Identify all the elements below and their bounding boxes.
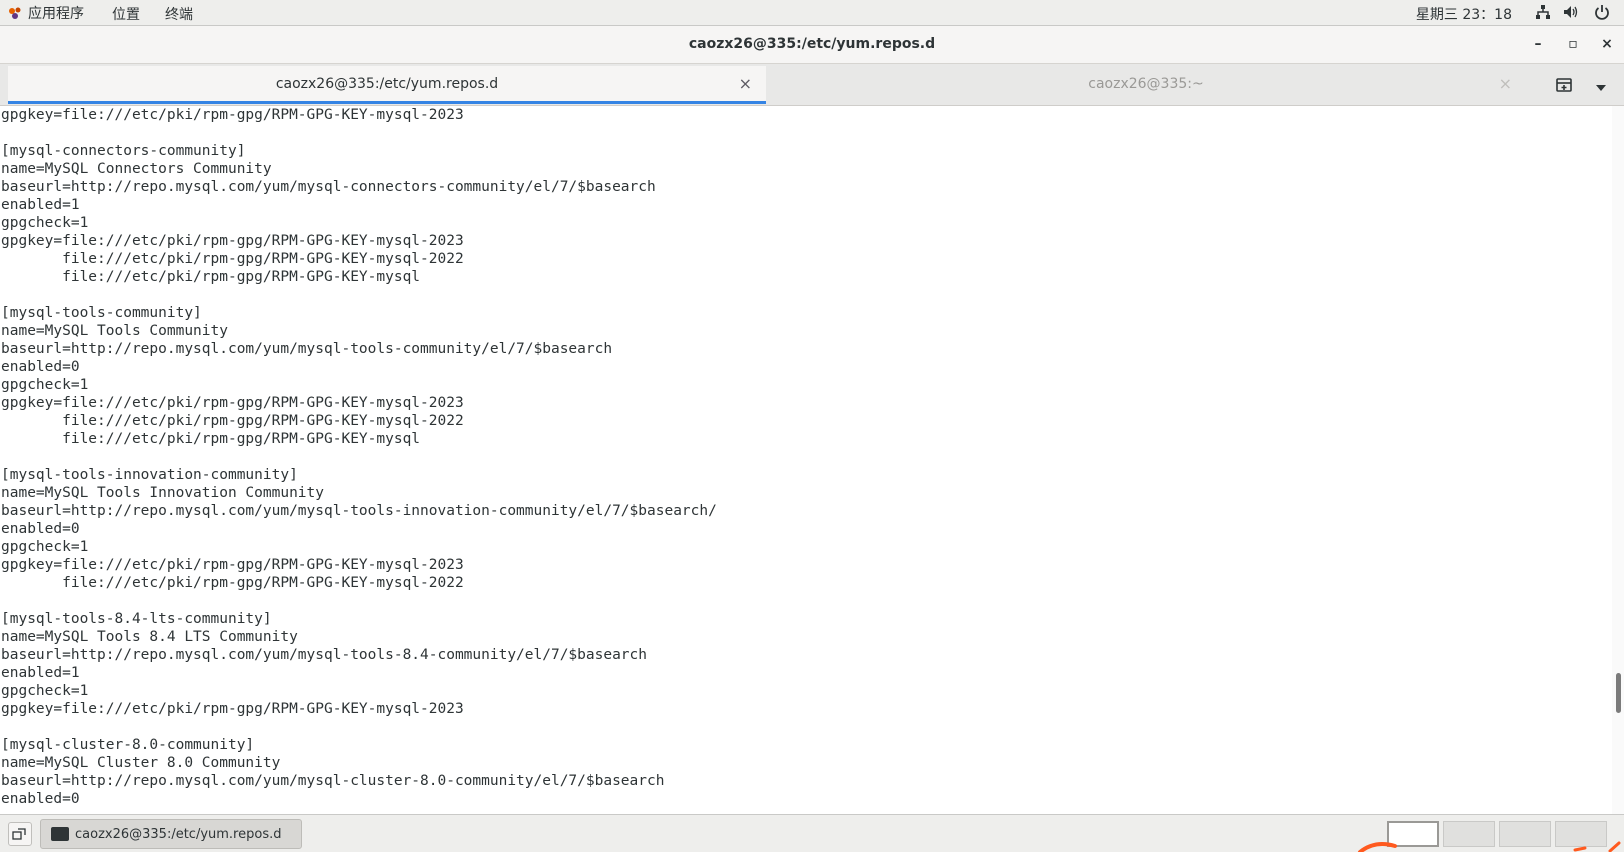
power-icon[interactable] [1594, 4, 1610, 20]
terminal-line: [mysql-tools-8.4-lts-community] [1, 611, 272, 627]
terminal-line: enabled=0 [1, 791, 80, 807]
terminal-icon [51, 827, 69, 841]
terminal-line: enabled=0 [1, 359, 80, 375]
window-titlebar[interactable]: caozx26@335:/etc/yum.repos.d – ▫ × [0, 26, 1624, 64]
terminal-line: name=MySQL Tools Innovation Community [1, 485, 325, 501]
tab-bar: caozx26@335:/etc/yum.repos.d × caozx26@3… [0, 64, 1624, 106]
terminal-scrollbar[interactable] [1612, 106, 1624, 814]
terminal-line: [mysql-tools-community] [1, 305, 202, 321]
terminal-line: baseurl=http://repo.mysql.com/yum/mysql-… [1, 503, 717, 519]
applications-icon [8, 6, 22, 20]
scrollbar-thumb[interactable] [1616, 673, 1621, 713]
window-title: caozx26@335:/etc/yum.repos.d [688, 36, 936, 52]
terminal-line: gpgkey=file:///etc/pki/rpm-gpg/RPM-GPG-K… [1, 233, 464, 249]
terminal-line: enabled=1 [1, 197, 80, 213]
taskbar-window-label: caozx26@335:/etc/yum.repos.d [75, 827, 282, 842]
terminal-line: file:///etc/pki/rpm-gpg/RPM-GPG-KEY-mysq… [1, 251, 464, 267]
terminal-line: baseurl=http://repo.mysql.com/yum/mysql-… [1, 773, 665, 789]
terminal-line: gpgkey=file:///etc/pki/rpm-gpg/RPM-GPG-K… [1, 701, 464, 717]
terminal-line: gpgkey=file:///etc/pki/rpm-gpg/RPM-GPG-K… [1, 395, 464, 411]
terminal-line: gpgcheck=1 [1, 377, 89, 393]
terminal-line: file:///etc/pki/rpm-gpg/RPM-GPG-KEY-mysq… [1, 431, 421, 447]
close-window-button[interactable]: × [1597, 34, 1617, 54]
tab-label: caozx26@335:~ [1088, 76, 1204, 92]
terminal-line: name=MySQL Tools Community [1, 323, 228, 339]
volume-icon[interactable] [1563, 4, 1579, 20]
terminal-line: gpgcheck=1 [1, 683, 89, 699]
terminal-line: [mysql-tools-innovation-community] [1, 467, 298, 483]
tab-home[interactable]: caozx26@335:~ × [766, 66, 1526, 104]
terminal-line: baseurl=http://repo.mysql.com/yum/mysql-… [1, 341, 613, 357]
minimize-button[interactable]: – [1528, 34, 1548, 54]
places-menu[interactable]: 位置 [112, 4, 140, 24]
network-icon[interactable] [1535, 4, 1551, 20]
maximize-button[interactable]: ▫ [1563, 34, 1583, 54]
new-tab-icon[interactable] [1552, 73, 1576, 97]
applications-label: 应用程序 [28, 6, 84, 22]
terminal-line: [mysql-cluster-8.0-community] [1, 737, 255, 753]
terminal-line: baseurl=http://repo.mysql.com/yum/mysql-… [1, 179, 656, 195]
terminal-line: enabled=0 [1, 521, 80, 537]
top-panel: 应用程序 位置 终端 星期三 23：18 [0, 0, 1624, 26]
terminal-line: name=MySQL Connectors Community [1, 161, 272, 177]
terminal-line: gpgcheck=1 [1, 539, 89, 555]
terminal-line: name=MySQL Tools 8.4 LTS Community [1, 629, 298, 645]
terminal-line: gpgkey=file:///etc/pki/rpm-gpg/RPM-GPG-K… [1, 557, 464, 573]
terminal-output[interactable]: gpgkey=file:///etc/pki/rpm-gpg/RPM-GPG-K… [0, 106, 1612, 814]
applications-menu[interactable]: 应用程序 [8, 3, 84, 23]
terminal-line: file:///etc/pki/rpm-gpg/RPM-GPG-KEY-mysq… [1, 269, 421, 285]
terminal-line: [mysql-connectors-community] [1, 143, 246, 159]
terminal-menu[interactable]: 终端 [165, 4, 193, 24]
tab-label: caozx26@335:/etc/yum.repos.d [275, 76, 499, 92]
tab-yum-repos[interactable]: caozx26@335:/etc/yum.repos.d × [8, 66, 766, 104]
terminal-line: file:///etc/pki/rpm-gpg/RPM-GPG-KEY-mysq… [1, 575, 464, 591]
annotation-scribble [1358, 841, 1621, 852]
terminal-line: file:///etc/pki/rpm-gpg/RPM-GPG-KEY-mysq… [1, 413, 464, 429]
terminal-line: name=MySQL Cluster 8.0 Community [1, 755, 281, 771]
chevron-down-icon[interactable] [1594, 79, 1608, 91]
tab-close-button[interactable]: × [739, 74, 752, 93]
taskbar-window-button[interactable]: caozx26@335:/etc/yum.repos.d [40, 819, 302, 849]
terminal-line: baseurl=http://repo.mysql.com/yum/mysql-… [1, 647, 648, 663]
tab-close-button[interactable]: × [1499, 74, 1512, 93]
show-desktop-button[interactable] [8, 822, 32, 846]
terminal-line: gpgcheck=1 [1, 215, 89, 231]
terminal-line: gpgkey=file:///etc/pki/rpm-gpg/RPM-GPG-K… [1, 107, 464, 123]
terminal-line: enabled=1 [1, 665, 80, 681]
terminal-text: gpgkey=file:///etc/pki/rpm-gpg/RPM-GPG-K… [0, 106, 1612, 808]
clock[interactable]: 星期三 23：18 [1416, 4, 1512, 24]
